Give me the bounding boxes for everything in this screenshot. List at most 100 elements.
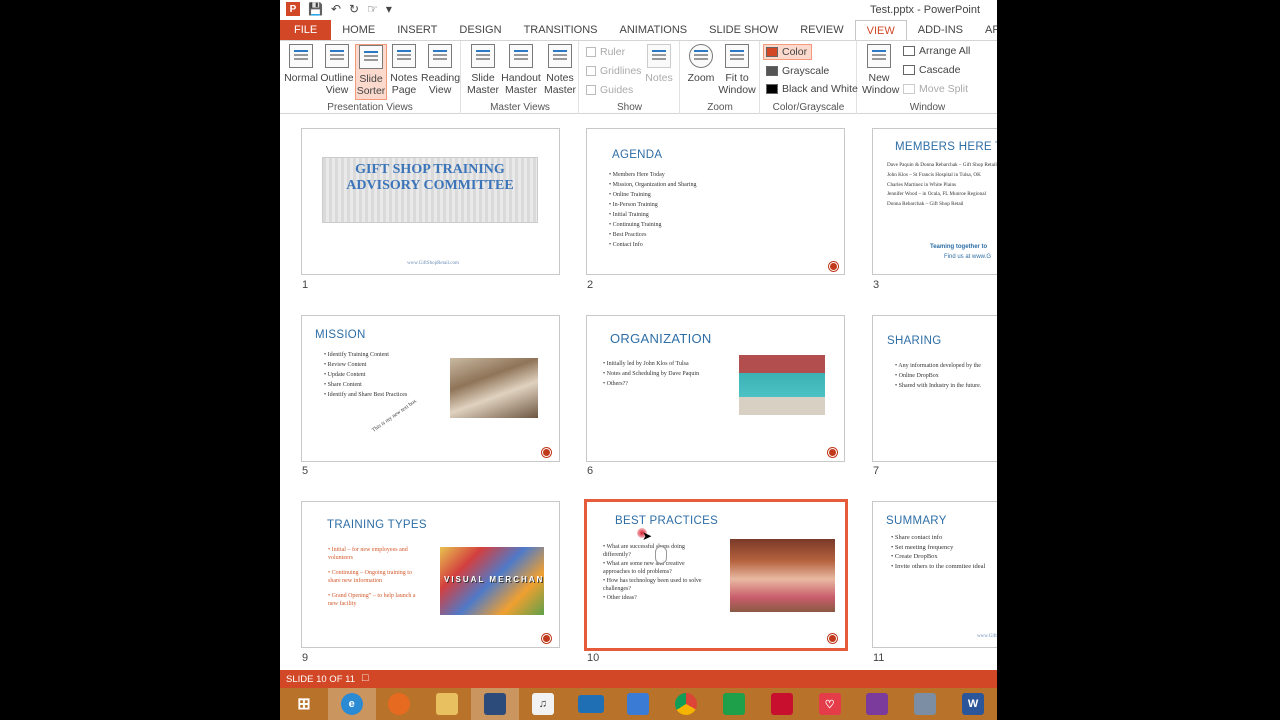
group-label: Color/Grayscale bbox=[772, 102, 845, 113]
black-and-white-button[interactable]: Black and White bbox=[766, 83, 858, 95]
slide-title: AGENDA bbox=[612, 149, 663, 161]
slide-thumbnail-9[interactable]: TRAINING TYPES • Initial – for new emplo… bbox=[301, 501, 560, 648]
customize-qat-icon[interactable]: ▾ bbox=[386, 2, 392, 16]
redo-icon[interactable]: ↻ bbox=[349, 2, 359, 16]
move-split-button[interactable]: Move Split bbox=[903, 83, 968, 95]
taskbar-nfl[interactable] bbox=[758, 688, 806, 720]
gridlines-checkbox[interactable]: Gridlines bbox=[586, 65, 641, 77]
normal-view-icon bbox=[289, 44, 313, 68]
slide-sorter-button[interactable]: Slide Sorter bbox=[355, 44, 387, 100]
handout-master-icon bbox=[509, 44, 533, 68]
tab-insert[interactable]: INSERT bbox=[386, 20, 448, 40]
taskbar-chrome[interactable] bbox=[662, 688, 710, 720]
tab-review[interactable]: REVIEW bbox=[789, 20, 854, 40]
tab-transitions[interactable]: TRANSITIONS bbox=[513, 20, 609, 40]
slide-master-button[interactable]: Slide Master bbox=[466, 44, 500, 96]
taskbar-lenovo[interactable] bbox=[567, 688, 615, 720]
taskbar: ⊞ e ♫ ♡ W bbox=[280, 688, 997, 720]
chrome-icon bbox=[675, 693, 698, 715]
word-icon: W bbox=[962, 693, 985, 715]
tab-slide-show[interactable]: SLIDE SHOW bbox=[698, 20, 789, 40]
health-icon: ♡ bbox=[818, 693, 841, 715]
touch-mode-icon[interactable]: ☞ bbox=[367, 2, 378, 16]
slide-thumbnail-5[interactable]: MISSION • Identify Training Content • Re… bbox=[301, 315, 560, 462]
group-label: Master Views bbox=[490, 102, 550, 113]
outline-view-button[interactable]: Outline View bbox=[319, 44, 355, 96]
undo-icon[interactable]: ↶ bbox=[331, 2, 341, 16]
slide-footer: Find us at www.G bbox=[944, 254, 992, 260]
slide-thumbnail-3[interactable]: MEMBERS HERE TODAY Dave Paquin & Donna R… bbox=[872, 128, 997, 275]
slide-number: 7 bbox=[873, 465, 880, 477]
taskbar-store[interactable] bbox=[710, 688, 758, 720]
slide-thumbnail-1[interactable]: GIFT SHOP TRAINING ADVISORY COMMITTEE ww… bbox=[301, 128, 560, 275]
tab-design[interactable]: DESIGN bbox=[448, 20, 512, 40]
logo-icon bbox=[542, 634, 551, 643]
taskbar-tool[interactable] bbox=[901, 688, 949, 720]
outline-view-icon bbox=[325, 44, 349, 68]
tab-home[interactable]: HOME bbox=[331, 20, 386, 40]
remote-desktop-icon bbox=[627, 693, 650, 715]
notes-master-button[interactable]: Notes Master bbox=[542, 44, 578, 96]
group-label: Zoom bbox=[707, 102, 733, 113]
taskbar-save-app[interactable] bbox=[471, 688, 519, 720]
slide-thumbnail-10[interactable]: BEST PRACTICES • What are successful sho… bbox=[584, 499, 848, 651]
fit-to-window-button[interactable]: Fit to Window bbox=[717, 44, 757, 96]
slide-thumbnail-11[interactable]: SUMMARY • Share contact info • Set meeti… bbox=[872, 501, 997, 648]
taskbar-onenote[interactable] bbox=[854, 688, 902, 720]
slide-number: 5 bbox=[302, 465, 309, 477]
notes-page-icon bbox=[392, 44, 416, 68]
color-button[interactable]: Color bbox=[763, 44, 813, 60]
tab-animations[interactable]: ANIMATIONS bbox=[609, 20, 699, 40]
title-bar: P 💾 ↶ ↻ ☞ ▾ Test.pptx - PowerPoint bbox=[280, 0, 997, 20]
new-window-button[interactable]: New Window bbox=[862, 44, 899, 96]
taskbar-firefox[interactable] bbox=[376, 688, 424, 720]
reading-view-button[interactable]: Reading View bbox=[421, 44, 460, 96]
ruler-checkbox[interactable]: Ruler bbox=[586, 46, 625, 58]
notes-button[interactable]: Notes bbox=[644, 44, 674, 84]
taskbar-app[interactable]: ♫ bbox=[519, 688, 567, 720]
taskbar-ie[interactable]: e bbox=[327, 688, 376, 720]
new-window-icon bbox=[867, 44, 891, 68]
cascade-button[interactable]: Cascade bbox=[903, 64, 960, 76]
handout-master-button[interactable]: Handout Master bbox=[500, 44, 542, 96]
bullet: • Notes and Scheduling by Dave Paquin bbox=[603, 371, 700, 377]
zoom-button[interactable]: Zoom bbox=[685, 44, 717, 84]
powerpoint-window: P 💾 ↶ ↻ ☞ ▾ Test.pptx - PowerPoint FILE … bbox=[280, 0, 997, 720]
bullet: • Others?? bbox=[603, 381, 628, 387]
bullet: • Identify and Share Best Practices bbox=[324, 392, 408, 398]
slide-master-icon bbox=[471, 44, 495, 68]
slide-thumbnail-6[interactable]: ORGANIZATION • Initially led by John Klo… bbox=[586, 315, 845, 462]
slide-bullets: • Identify Training Content • Review Con… bbox=[324, 350, 407, 400]
cascade-icon bbox=[903, 65, 915, 75]
arrange-all-button[interactable]: Arrange All bbox=[903, 45, 970, 57]
bullet: • Grand Opening” – to help launch a new … bbox=[328, 593, 416, 607]
save-icon[interactable]: 💾 bbox=[308, 2, 323, 16]
taskbar-health[interactable]: ♡ bbox=[806, 688, 854, 720]
slide-thumbnail-2[interactable]: AGENDA • Members Here Today • Mission, O… bbox=[586, 128, 845, 275]
gift-shop-photo bbox=[730, 539, 835, 612]
grayscale-button[interactable]: Grayscale bbox=[766, 65, 829, 77]
color-swatch-icon bbox=[766, 47, 778, 57]
bullet: • Continuing – Ongoing training to share… bbox=[328, 570, 412, 584]
slide-bullets: • Initially led by John Klos of Tulsa • … bbox=[603, 359, 699, 389]
spell-check-icon[interactable]: □ bbox=[362, 672, 369, 684]
slide-thumbnail-7[interactable]: SHARING • Any information developed by t… bbox=[872, 315, 997, 462]
app-icon: ♫ bbox=[531, 693, 554, 715]
tab-articulate[interactable]: ARTICULATE bbox=[974, 20, 997, 40]
taskbar-remote[interactable] bbox=[615, 688, 663, 720]
ribbon-tabs: FILE HOME INSERT DESIGN TRANSITIONS ANIM… bbox=[280, 20, 997, 41]
notes-page-button[interactable]: Notes Page bbox=[389, 44, 419, 96]
tab-add-ins[interactable]: ADD-INS bbox=[907, 20, 974, 40]
tab-view[interactable]: VIEW bbox=[854, 20, 907, 41]
slide-sorter-icon bbox=[359, 45, 383, 69]
tab-file[interactable]: FILE bbox=[280, 20, 332, 40]
ribbon: Normal Outline View Slide Sorter Notes P… bbox=[280, 40, 997, 114]
start-button[interactable]: ⊞ bbox=[280, 688, 328, 720]
taskbar-word[interactable]: W bbox=[949, 688, 997, 720]
status-bar: SLIDE 10 OF 11 □ bbox=[280, 670, 997, 688]
bullet: • Members Here Today bbox=[609, 172, 665, 178]
floppy-icon bbox=[484, 693, 507, 715]
taskbar-explorer[interactable] bbox=[423, 688, 471, 720]
normal-view-button[interactable]: Normal bbox=[284, 44, 318, 84]
guides-checkbox[interactable]: Guides bbox=[586, 84, 633, 96]
